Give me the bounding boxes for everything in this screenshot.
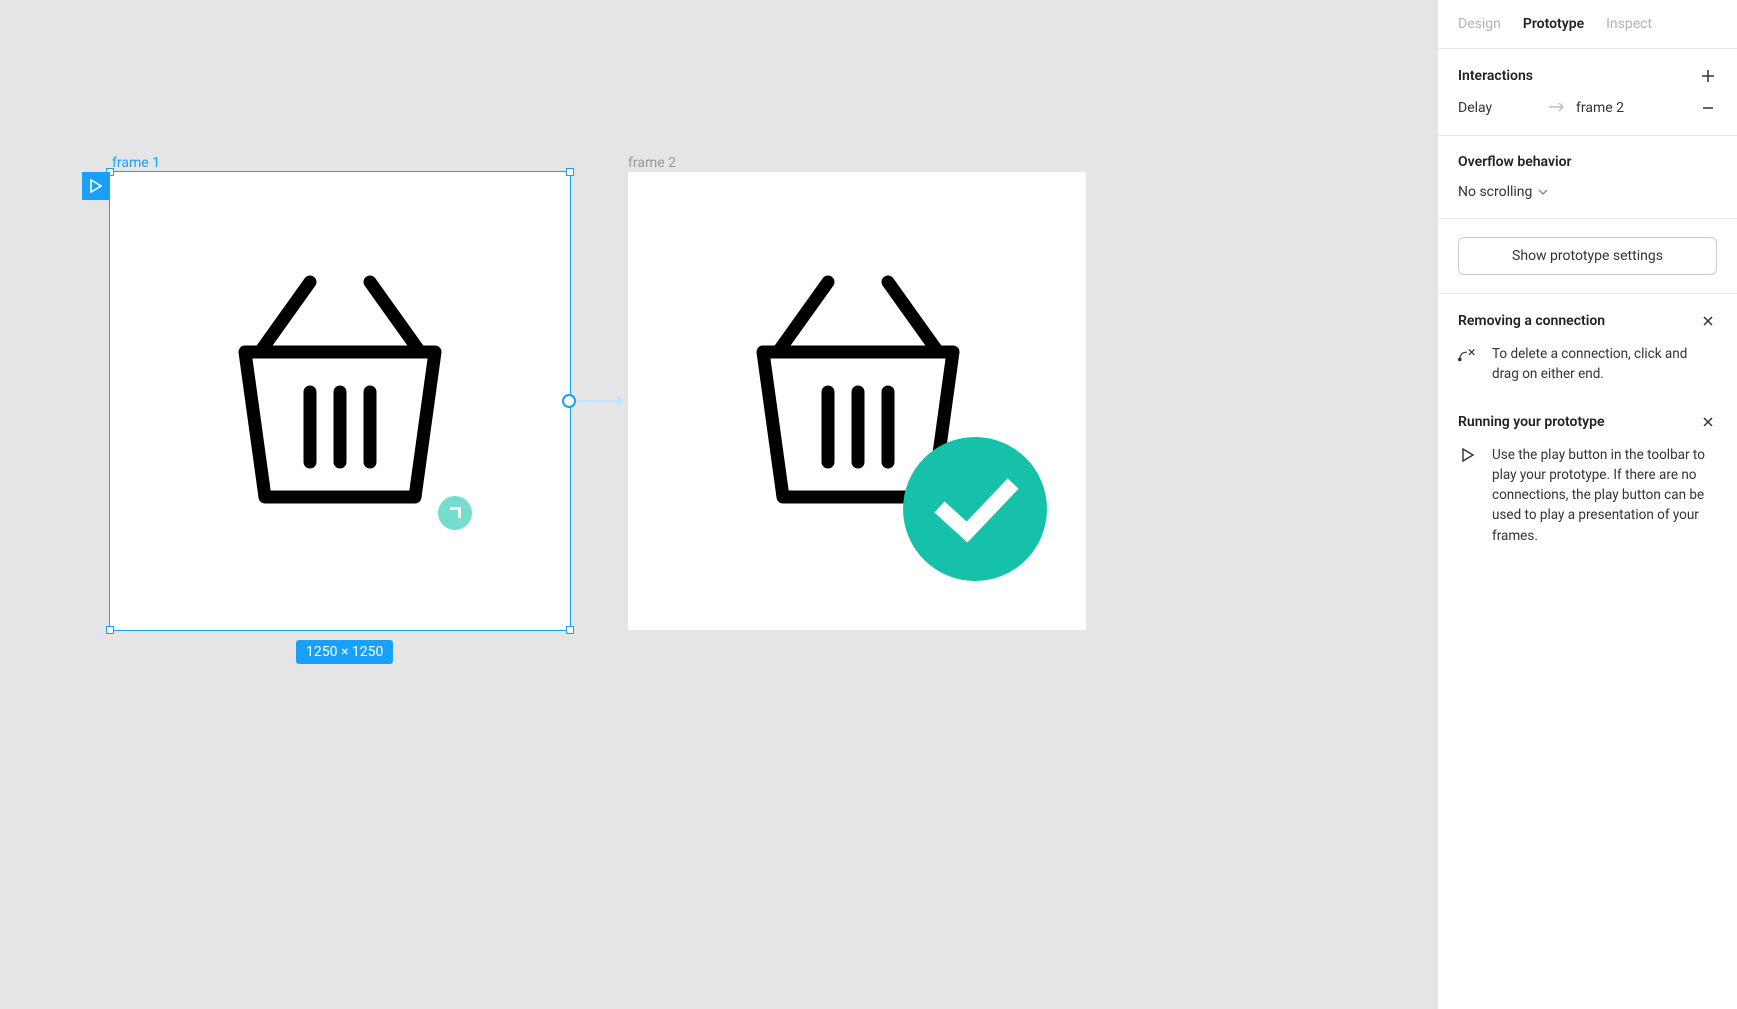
show-prototype-settings-button[interactable]: Show prototype settings xyxy=(1458,237,1717,275)
tab-prototype[interactable]: Prototype xyxy=(1523,16,1584,32)
frame2[interactable] xyxy=(628,172,1086,630)
interaction-trigger: Delay xyxy=(1458,100,1538,116)
connection-delete-icon xyxy=(1458,344,1478,362)
frame1[interactable] xyxy=(110,172,570,630)
interactions-title: Interactions xyxy=(1458,68,1533,84)
hint-removing-title: Removing a connection xyxy=(1458,313,1605,329)
hint-running-title: Running your prototype xyxy=(1458,414,1605,430)
close-hint-removing-button[interactable] xyxy=(1699,312,1717,330)
selection-handle-sw[interactable] xyxy=(106,626,114,634)
remove-interaction-button[interactable] xyxy=(1699,99,1717,117)
overflow-title: Overflow behavior xyxy=(1458,154,1717,170)
arrow-right-icon xyxy=(1548,100,1566,116)
frame1-label[interactable]: frame 1 xyxy=(112,156,160,170)
prototype-start-frame-badge[interactable] xyxy=(82,172,110,200)
close-hint-running-button[interactable] xyxy=(1699,413,1717,431)
selection-handle-se[interactable] xyxy=(566,626,574,634)
overflow-value: No scrolling xyxy=(1458,184,1532,200)
play-icon xyxy=(1458,445,1478,463)
panel-tabs: Design Prototype Inspect xyxy=(1438,0,1737,49)
chevron-down-icon xyxy=(1538,189,1548,195)
interaction-row[interactable]: Delay frame 2 xyxy=(1458,99,1717,117)
hint-removing-body: To delete a connection, click and drag o… xyxy=(1492,344,1717,385)
frame2-label[interactable]: frame 2 xyxy=(628,156,676,170)
interaction-destination: frame 2 xyxy=(1576,100,1689,116)
connection-arrow[interactable] xyxy=(578,400,624,402)
interactions-section: Interactions Delay frame 2 xyxy=(1438,49,1737,136)
tab-inspect[interactable]: Inspect xyxy=(1606,16,1652,32)
hint-running-section: Running your prototype Use the play butt… xyxy=(1438,395,1737,564)
hint-removing-section: Removing a connection To delete a connec… xyxy=(1438,294,1737,395)
prototype-settings-section: Show prototype settings xyxy=(1438,219,1737,294)
overflow-select[interactable]: No scrolling xyxy=(1458,184,1717,200)
canvas[interactable]: frame 1 1250 × 1250 frame 2 xyxy=(0,0,1437,1009)
hint-running-body: Use the play button in the toolbar to pl… xyxy=(1492,445,1717,546)
checkmark-circle-icon xyxy=(900,434,1050,584)
selection-dimensions: 1250 × 1250 xyxy=(296,640,393,664)
connection-node[interactable] xyxy=(562,394,576,408)
overflow-section: Overflow behavior No scrolling xyxy=(1438,136,1737,219)
prototype-start-badge[interactable] xyxy=(438,496,472,530)
add-interaction-button[interactable] xyxy=(1699,67,1717,85)
tab-design[interactable]: Design xyxy=(1458,16,1501,32)
selection-handle-ne[interactable] xyxy=(566,168,574,176)
right-panel: Design Prototype Inspect Interactions De… xyxy=(1437,0,1737,1009)
